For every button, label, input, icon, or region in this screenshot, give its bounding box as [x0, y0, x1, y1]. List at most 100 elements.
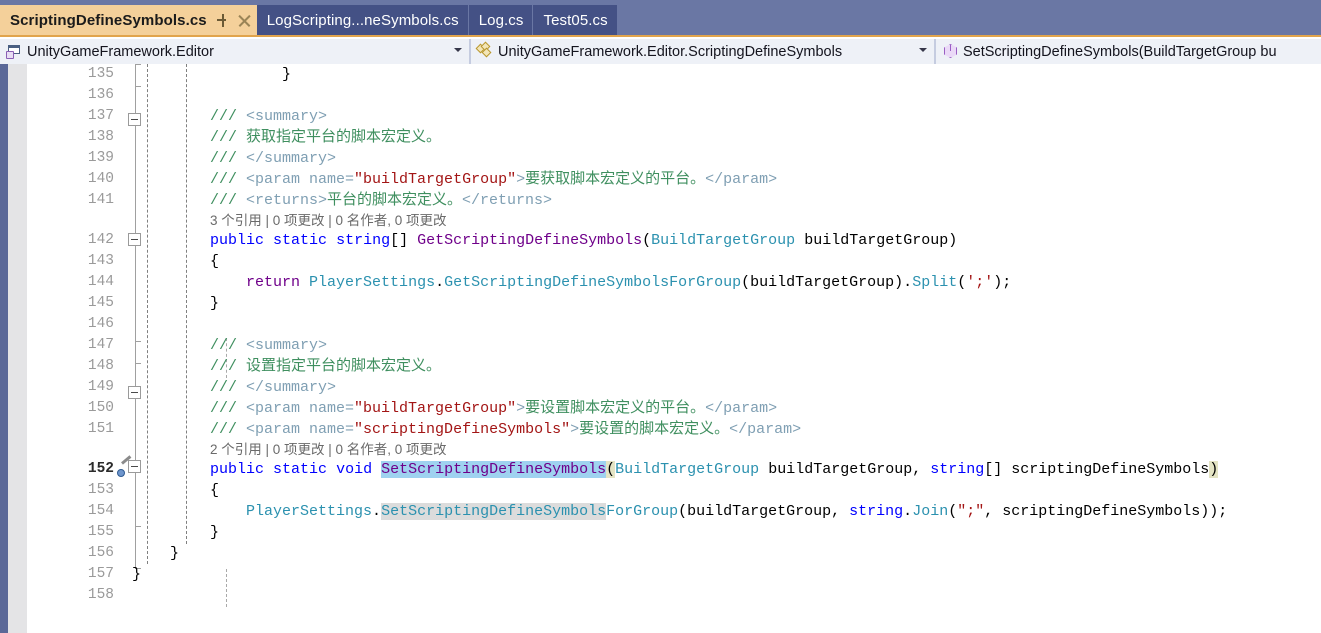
- navigation-bar: UnityGameFramework.Editor UnityGameFrame…: [0, 39, 1321, 64]
- tab-label: Test05.cs: [543, 11, 608, 29]
- code-row[interactable]: 146: [0, 314, 1321, 335]
- code-row[interactable]: 157 }: [0, 564, 1321, 585]
- code-content: {: [210, 253, 220, 270]
- codelens-row[interactable]: 2 个引用 | 0 项更改 | 0 名作者, 0 项更改: [0, 440, 1321, 460]
- tab-test05[interactable]: Test05.cs: [533, 5, 618, 35]
- code-row[interactable]: 137 /// <summary>: [0, 106, 1321, 127]
- chevron-down-icon[interactable]: [454, 48, 462, 52]
- code-row[interactable]: 155 }: [0, 522, 1321, 543]
- namespace-icon: [6, 43, 23, 60]
- code-row[interactable]: 149 /// </summary>: [0, 377, 1321, 398]
- code-content: /// 设置指定平台的脚本宏定义。: [210, 358, 442, 375]
- line-number: 151: [87, 421, 114, 437]
- code-row[interactable]: 145 }: [0, 293, 1321, 314]
- tab-label: Log.cs: [478, 11, 524, 29]
- code-row[interactable]: 141 /// <returns>平台的脚本宏定义。</returns>: [0, 190, 1321, 211]
- line-number: 157: [87, 566, 114, 582]
- code-editor-surface[interactable]: 135 } 136 137 /// <summary> 138 /// 获取指定…: [0, 64, 1321, 633]
- code-content: }: [210, 524, 220, 541]
- line-number: 158: [87, 587, 114, 603]
- navbar-project-dropdown[interactable]: UnityGameFramework.Editor: [0, 39, 470, 64]
- code-content: }: [210, 295, 220, 312]
- code-row[interactable]: 138 /// 获取指定平台的脚本宏定义。: [0, 127, 1321, 148]
- navbar-member-label: SetScriptingDefineSymbols(BuildTargetGro…: [963, 43, 1277, 60]
- method-icon: [942, 43, 959, 60]
- code-row[interactable]: 151 /// <param name="scriptingDefineSymb…: [0, 419, 1321, 440]
- navbar-type-dropdown[interactable]: UnityGameFramework.Editor.ScriptingDefin…: [470, 39, 935, 64]
- line-number: 154: [87, 503, 114, 519]
- code-lines: 135 } 136 137 /// <summary> 138 /// 获取指定…: [0, 64, 1321, 633]
- visual-studio-editor-window: ScriptingDefineSymbols.cs LogScripting..…: [0, 0, 1321, 633]
- code-content: /// <summary>: [210, 337, 328, 354]
- line-number: 155: [87, 524, 114, 540]
- tab-scriptingdefinesymbols[interactable]: ScriptingDefineSymbols.cs: [0, 5, 257, 35]
- code-content: }: [170, 545, 180, 562]
- codelens-references-142[interactable]: 3 个引用 | 0 项更改 | 0 名作者, 0 项更改: [210, 211, 447, 231]
- code-content: }: [132, 566, 142, 583]
- line-number: 149: [87, 379, 114, 395]
- line-number: 144: [87, 274, 114, 290]
- line-number: 140: [87, 171, 114, 187]
- code-content: return PlayerSettings.GetScriptingDefine…: [246, 274, 1012, 291]
- code-row[interactable]: 142 public static string[] GetScriptingD…: [0, 230, 1321, 251]
- code-row[interactable]: 153 {: [0, 480, 1321, 501]
- code-content: }: [210, 66, 292, 83]
- code-row[interactable]: 139 /// </summary>: [0, 148, 1321, 169]
- line-number: 156: [87, 545, 114, 561]
- code-row[interactable]: 140 /// <param name="buildTargetGroup">要…: [0, 169, 1321, 190]
- code-content: /// <summary>: [210, 108, 328, 125]
- code-content: public static void SetScriptingDefineSym…: [210, 461, 1219, 478]
- code-row[interactable]: 158: [0, 585, 1321, 606]
- code-content: /// <returns>平台的脚本宏定义。</returns>: [210, 192, 553, 209]
- line-number: 150: [87, 400, 114, 416]
- code-row[interactable]: 147 /// <summary>: [0, 335, 1321, 356]
- code-content: public static string[] GetScriptingDefin…: [210, 232, 958, 249]
- pin-icon[interactable]: [216, 13, 229, 27]
- line-number: 137: [87, 108, 114, 124]
- line-number: 139: [87, 150, 114, 166]
- code-row[interactable]: 135 }: [0, 64, 1321, 85]
- line-number: 136: [87, 87, 114, 103]
- code-content: /// <param name="buildTargetGroup">要设置脚本…: [210, 400, 778, 417]
- code-row[interactable]: 150 /// <param name="buildTargetGroup">要…: [0, 398, 1321, 419]
- code-content: /// </summary>: [210, 150, 337, 167]
- navbar-project-label: UnityGameFramework.Editor: [27, 43, 214, 60]
- tab-label: LogScripting...neSymbols.cs: [266, 11, 459, 29]
- line-number: 148: [87, 358, 114, 374]
- code-row[interactable]: 143 {: [0, 251, 1321, 272]
- line-number: 138: [87, 129, 114, 145]
- close-icon[interactable]: [238, 14, 251, 27]
- codelens-references-152[interactable]: 2 个引用 | 0 项更改 | 0 名作者, 0 项更改: [210, 440, 447, 460]
- code-row[interactable]: 144 return PlayerSettings.GetScriptingDe…: [0, 272, 1321, 293]
- navbar-member-dropdown[interactable]: SetScriptingDefineSymbols(BuildTargetGro…: [935, 39, 1321, 64]
- wrench-icon[interactable]: [117, 455, 133, 477]
- code-row[interactable]: 136: [0, 85, 1321, 106]
- code-row-current[interactable]: 152 public static void SetScriptingDefin…: [0, 455, 1321, 480]
- class-icon: [475, 41, 494, 60]
- line-number: 153: [87, 482, 114, 498]
- code-row[interactable]: 154 PlayerSettings.SetScriptingDefineSym…: [0, 501, 1321, 522]
- line-number: 135: [87, 66, 114, 82]
- document-tab-strip: ScriptingDefineSymbols.cs LogScripting..…: [0, 0, 1321, 37]
- line-number: 142: [87, 232, 114, 248]
- line-number-current: 152: [87, 461, 114, 477]
- codelens-row[interactable]: 3 个引用 | 0 项更改 | 0 名作者, 0 项更改: [0, 211, 1321, 231]
- line-number: 146: [87, 316, 114, 332]
- line-number: 145: [87, 295, 114, 311]
- code-row[interactable]: 148 /// 设置指定平台的脚本宏定义。: [0, 356, 1321, 377]
- navbar-type-label: UnityGameFramework.Editor.ScriptingDefin…: [498, 43, 843, 60]
- chevron-down-icon[interactable]: [919, 48, 927, 52]
- code-content: PlayerSettings.SetScriptingDefineSymbols…: [246, 503, 1228, 520]
- code-content: {: [210, 482, 220, 499]
- code-content: /// <param name="scriptingDefineSymbols"…: [210, 421, 802, 438]
- tab-log[interactable]: Log.cs: [468, 5, 534, 35]
- code-row[interactable]: 156 }: [0, 543, 1321, 564]
- tab-logscriptingdefinesymbols[interactable]: LogScripting...neSymbols.cs: [256, 5, 469, 35]
- line-number: 141: [87, 192, 114, 208]
- tab-label: ScriptingDefineSymbols.cs: [10, 11, 207, 29]
- line-number: 143: [87, 253, 114, 269]
- code-content: /// <param name="buildTargetGroup">要获取脚本…: [210, 171, 778, 188]
- line-number: 147: [87, 337, 114, 353]
- code-content: /// </summary>: [210, 379, 337, 396]
- code-content: /// 获取指定平台的脚本宏定义。: [210, 129, 442, 146]
